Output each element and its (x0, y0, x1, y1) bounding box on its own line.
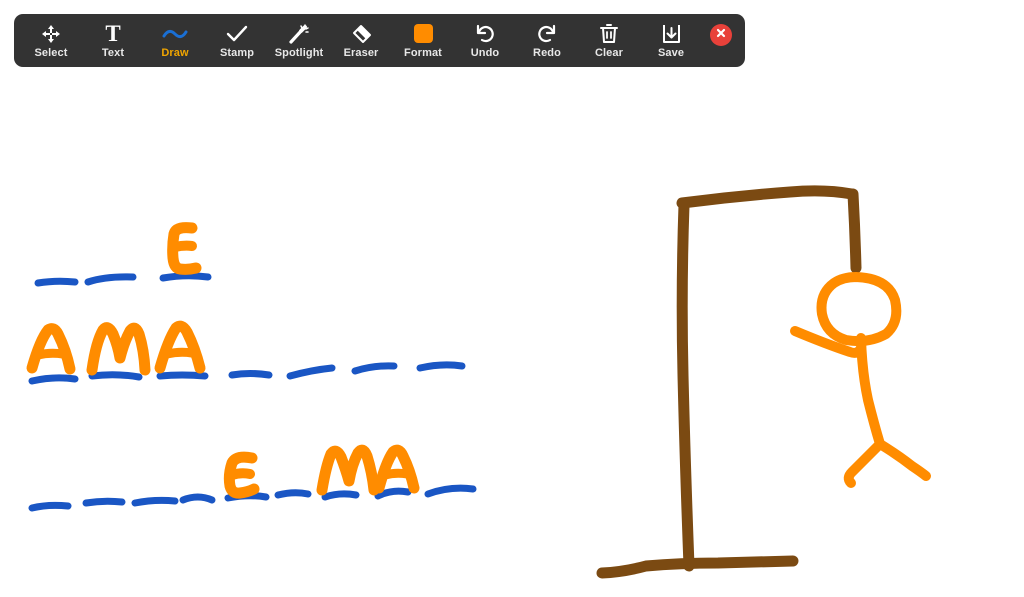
tool-button-select[interactable]: Select (20, 16, 82, 65)
letter-A (154, 320, 206, 374)
gallows-base (596, 555, 799, 579)
letter-E (167, 222, 202, 275)
move-arrows-icon (41, 23, 61, 45)
blank-dash (351, 362, 398, 375)
tool-button-undo[interactable]: Undo (454, 16, 516, 65)
gallows-rope (847, 188, 862, 274)
text-T-icon: T (105, 20, 121, 46)
tool-label: Spotlight (274, 46, 324, 59)
squiggle-line-icon (162, 23, 188, 45)
tool-button-eraser[interactable]: Eraser (330, 16, 392, 65)
tool-label: Select (34, 46, 68, 59)
close-x-icon (715, 26, 727, 44)
save-download-icon (661, 23, 682, 45)
puzzle-row-2 (26, 320, 466, 385)
gallows-beam (676, 185, 858, 209)
letter-E (223, 451, 260, 499)
tool-label: Text (101, 46, 125, 59)
whiteboard-canvas[interactable] (0, 0, 1024, 597)
tool-button-clear[interactable]: Clear (578, 16, 640, 65)
redo-arrow-icon (536, 23, 558, 45)
letter-M (86, 322, 151, 376)
color-swatch-icon (413, 23, 433, 45)
blank-dash (34, 277, 79, 287)
hangman-figure (790, 272, 931, 488)
letter-dash (88, 371, 143, 381)
tool-label: Draw (161, 46, 189, 59)
blank-dash (228, 370, 273, 379)
figure-leg (843, 439, 885, 488)
eraser-icon (350, 23, 372, 45)
blank-dash (82, 497, 126, 507)
blank-dash (286, 364, 336, 380)
puzzle-row-3 (28, 444, 477, 512)
tool-label: Undo (470, 46, 500, 59)
tool-button-format[interactable]: Format (392, 16, 454, 65)
blank-dash (28, 501, 72, 512)
letter-M (316, 444, 380, 496)
figure-head (816, 272, 902, 347)
blank-dash (131, 496, 179, 507)
letter-dash (28, 374, 79, 385)
letter-dash (156, 371, 209, 380)
blank-dash (416, 361, 466, 372)
checkmark-icon (226, 23, 248, 45)
gallows-post (676, 199, 695, 572)
hangman-drawing (26, 185, 931, 579)
figure-body (856, 333, 885, 449)
blank-dash (424, 484, 477, 498)
blank-dash (84, 273, 137, 286)
hangman-gallows (596, 185, 862, 579)
blank-dash (274, 489, 312, 499)
figure-leg (875, 439, 931, 481)
tool-button-spotlight[interactable]: Spotlight (268, 16, 330, 65)
tool-button-redo[interactable]: Redo (516, 16, 578, 65)
tool-button-draw[interactable]: Draw (144, 16, 206, 65)
close-button[interactable] (710, 23, 732, 46)
letter-A (373, 444, 420, 494)
tool-label: Format (404, 46, 442, 59)
letter-dash (159, 272, 212, 282)
tool-label: Redo (533, 46, 561, 59)
letter-A (26, 323, 76, 375)
annotation-toolbar[interactable]: Select T Text Draw Stamp Spotlight Erase… (14, 14, 745, 67)
blank-dash (179, 493, 216, 504)
tool-label: Stamp (219, 46, 255, 59)
tool-button-text[interactable]: T Text (82, 16, 144, 65)
tool-label: Clear (594, 46, 624, 59)
tool-button-stamp[interactable]: Stamp (206, 16, 268, 65)
tool-label: Save (657, 46, 685, 59)
tool-label: Eraser (343, 46, 379, 59)
undo-arrow-icon (474, 23, 496, 45)
magic-wand-icon (288, 23, 310, 45)
tool-button-save[interactable]: Save (640, 16, 702, 65)
letter-dash (321, 490, 360, 501)
puzzle-row-1 (34, 222, 212, 287)
trash-can-icon (599, 23, 619, 45)
